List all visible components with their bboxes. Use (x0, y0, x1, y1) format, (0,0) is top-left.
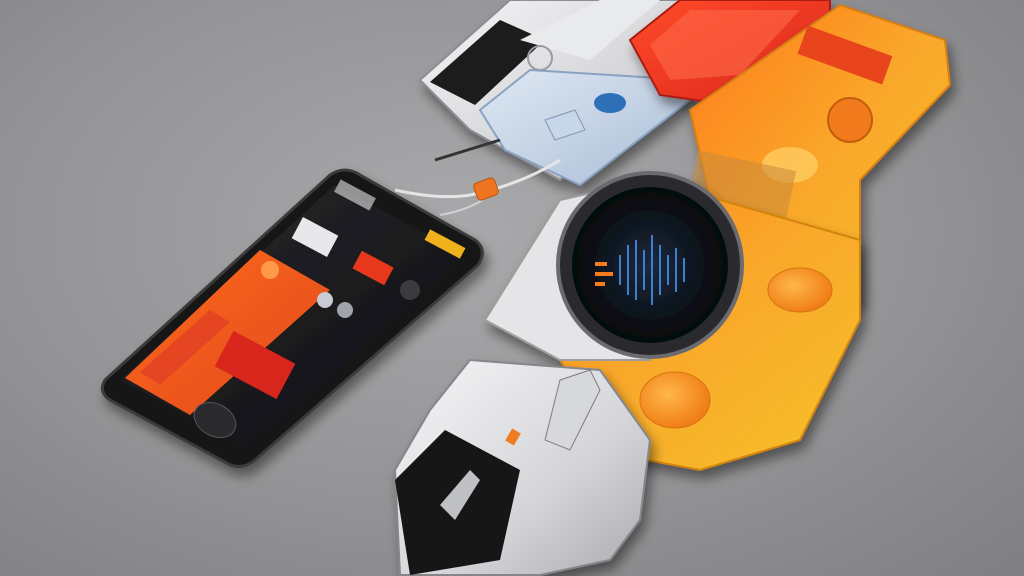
product-render-scene (0, 0, 1024, 576)
scene-illustration (100, 0, 952, 576)
plug-icon (473, 177, 499, 201)
silver-base-bottom (393, 358, 652, 576)
